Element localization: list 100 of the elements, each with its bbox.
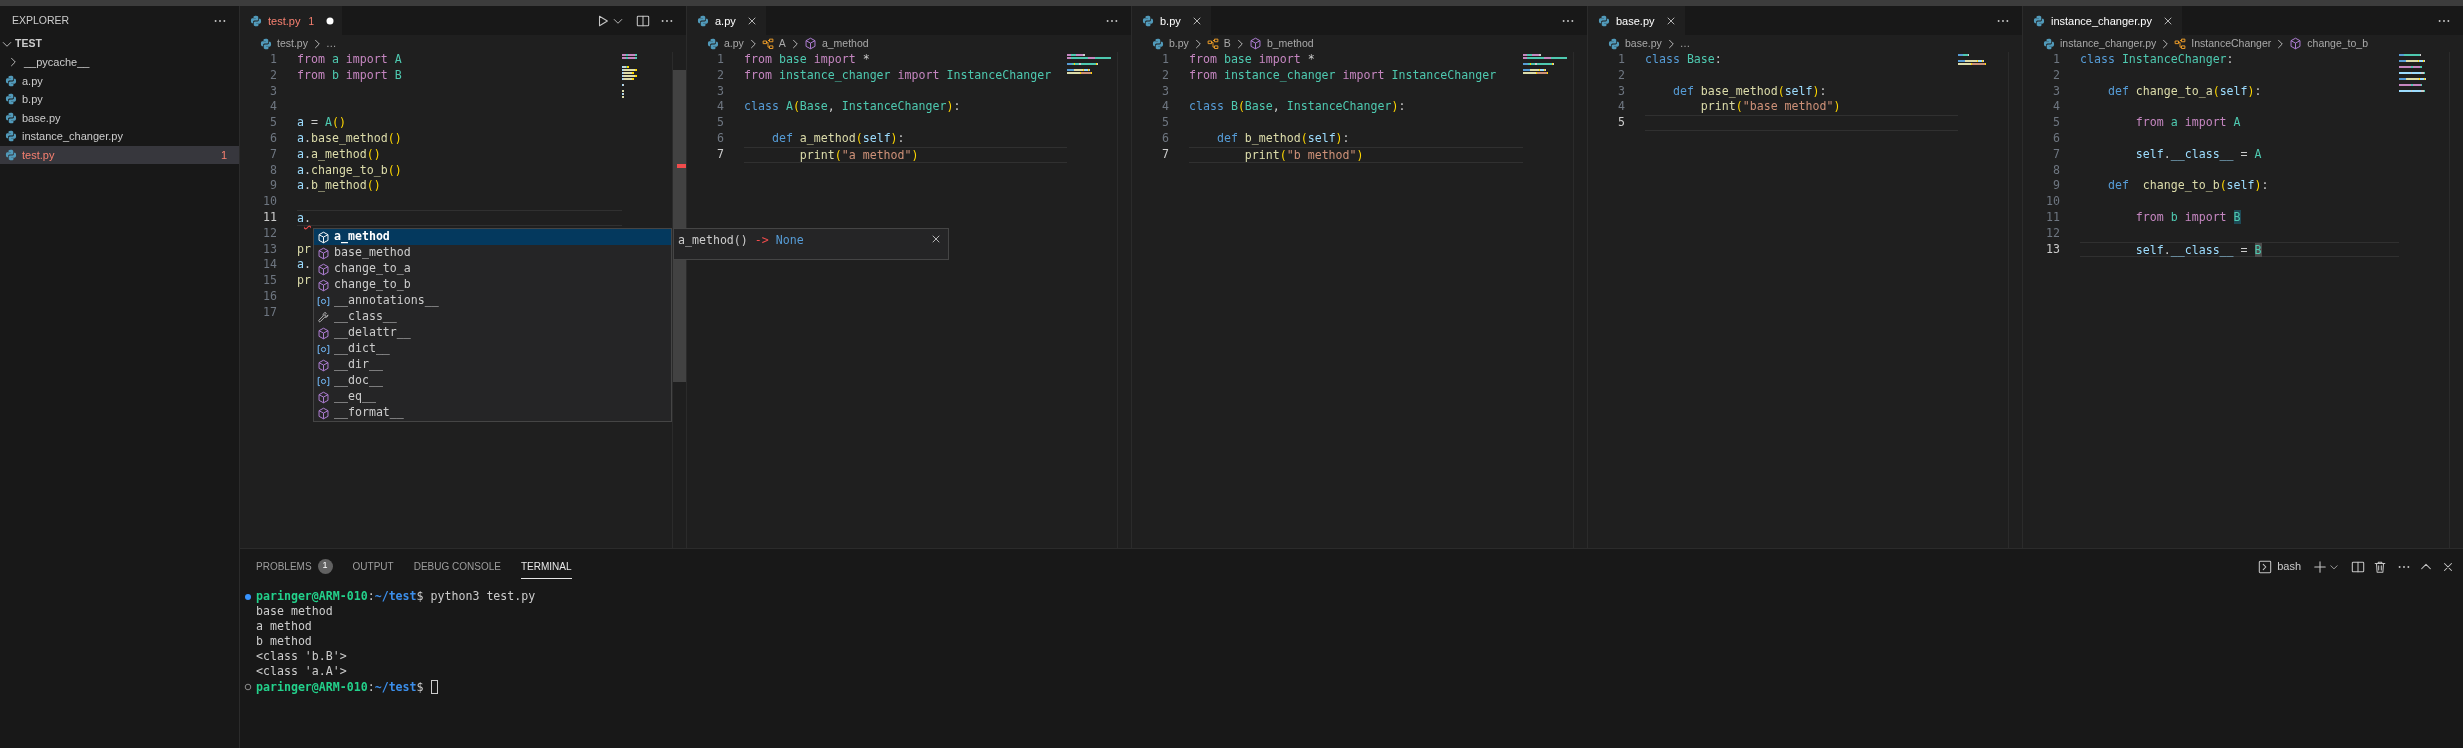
line-number: 5 <box>269 115 277 131</box>
code-line: class InstanceChanger: <box>2080 52 2234 68</box>
class-symbol-icon <box>1206 37 1219 50</box>
suggestion-item[interactable]: __delattr__ <box>314 325 671 341</box>
python-file-icon <box>2043 37 2055 50</box>
code-line: a = A() <box>297 115 346 131</box>
line-number: 11 <box>2045 209 2060 226</box>
panel-tab[interactable]: OUTPUT <box>352 554 394 579</box>
suggestion-item[interactable]: change_to_b <box>314 277 671 293</box>
terminal-icon[interactable] <box>2258 559 2273 574</box>
editor-tab[interactable]: base.py <box>1588 6 1685 35</box>
suggestion-item[interactable]: __dir__ <box>314 357 671 373</box>
folder-header[interactable]: TEST <box>0 35 239 53</box>
line-number: 7 <box>2052 146 2060 163</box>
file-item[interactable]: base.py <box>0 108 239 127</box>
panel-tab[interactable]: TERMINAL <box>520 554 572 579</box>
suggestion-item[interactable]: __eq__ <box>314 389 671 405</box>
line-number: 13 <box>2045 241 2060 258</box>
terminal-line: paringer@ARM-010:~/test$ <box>256 679 424 695</box>
suggestion-item[interactable]: __class__ <box>314 309 671 325</box>
panel-tab[interactable]: PROBLEMS 1 <box>256 554 333 579</box>
python-file-icon <box>2033 15 2045 27</box>
python-file-icon <box>1152 37 1164 50</box>
class-symbol-icon <box>761 37 774 50</box>
code-line: self.__class__ = B <box>2134 242 2262 257</box>
editor-tab[interactable]: test.py 1 <box>240 6 342 35</box>
line-number: 1 <box>2052 52 2060 68</box>
shell-name[interactable]: bash <box>2277 558 2301 575</box>
command-status-icon[interactable] <box>244 592 252 601</box>
editor-tab[interactable]: b.py <box>1132 6 1211 35</box>
error-marker <box>677 164 686 168</box>
line-number: 3 <box>1161 83 1169 100</box>
code-line: print("b method") <box>1243 147 1364 162</box>
breadcrumb-item[interactable]: … <box>1679 35 1691 52</box>
problem-count: 1 <box>317 558 333 574</box>
breadcrumb-item[interactable]: … <box>325 35 337 52</box>
code-line: a.base_method() <box>297 131 402 147</box>
line-number: 5 <box>2052 115 2060 131</box>
suggestion-item[interactable]: __annotations__ <box>314 293 671 309</box>
line-number: 3 <box>2052 83 2060 100</box>
file-item[interactable]: a.py <box>0 71 239 90</box>
wrench-icon <box>317 310 330 324</box>
code-line: from instance_changer import InstanceChanger <box>1189 67 1497 84</box>
breadcrumb-item[interactable]: base.py <box>1625 35 1662 52</box>
editor-tab[interactable]: a.py <box>687 6 766 35</box>
suggestion-item[interactable]: change_to_a <box>314 261 671 277</box>
code-line: def a_method(self): <box>770 131 905 147</box>
suggestion-item[interactable]: base_method <box>314 245 671 261</box>
file-item[interactable]: b.py <box>0 90 239 109</box>
line-number: 2 <box>716 67 724 84</box>
run-icon[interactable] <box>596 13 610 28</box>
breadcrumb-item[interactable]: a.py <box>724 35 744 52</box>
line-number: 7 <box>269 146 277 163</box>
suggestion-item[interactable]: a_method <box>314 229 671 245</box>
line-number: 1 <box>1161 52 1169 68</box>
breadcrumb-item[interactable]: change_to_b <box>2307 35 2369 52</box>
code-line: print("a method") <box>798 147 919 162</box>
breadcrumb-item[interactable]: InstanceChanger <box>2191 35 2272 52</box>
code-line: from base import * <box>744 52 870 68</box>
panel-tab[interactable]: DEBUG CONSOLE <box>413 554 501 579</box>
cube-icon <box>803 37 817 50</box>
line-number: 5 <box>716 115 724 131</box>
breadcrumb-item[interactable]: a_method <box>821 35 869 52</box>
line-number: 10 <box>2045 194 2060 210</box>
breadcrumb-item[interactable]: A <box>778 35 786 52</box>
breadcrumb-item[interactable]: B <box>1223 35 1231 52</box>
field-icon <box>317 342 330 356</box>
breadcrumb-item[interactable]: test.py <box>277 35 308 52</box>
suggestion-item[interactable]: __format__ <box>314 405 671 421</box>
code-line: class Base: <box>1645 52 1722 68</box>
cube-icon <box>317 278 330 292</box>
python-file-icon <box>260 37 272 50</box>
line-number: 6 <box>2052 131 2060 147</box>
split-editor-icon[interactable] <box>2351 559 2365 574</box>
code-line: def base_method(self): <box>1671 83 1827 100</box>
editor-tab[interactable]: instance_changer.py <box>2023 6 2182 35</box>
code-line: print("base method") <box>1699 99 1841 116</box>
suggestion-item[interactable]: __dict__ <box>314 341 671 357</box>
split-editor-icon[interactable] <box>636 13 650 28</box>
trash-icon[interactable] <box>2373 559 2387 574</box>
line-number: 1 <box>716 52 724 68</box>
line-number: 4 <box>1161 99 1169 116</box>
breadcrumb-item[interactable]: b.py <box>1169 35 1189 52</box>
file-item[interactable]: test.py 1 <box>0 145 239 164</box>
folder-item[interactable]: __pycache__ <box>0 53 239 72</box>
line-number: 6 <box>1161 131 1169 147</box>
python-file-icon <box>5 130 17 143</box>
file-item[interactable]: instance_changer.py <box>0 127 239 146</box>
close-icon[interactable] <box>930 233 942 245</box>
breadcrumb-item[interactable]: instance_changer.py <box>2060 35 2157 52</box>
line-number: 4 <box>2052 99 2060 116</box>
plus-icon[interactable] <box>2313 559 2327 574</box>
suggestion-item[interactable]: __doc__ <box>314 373 671 389</box>
line-number: 15 <box>262 273 277 289</box>
command-status-icon[interactable] <box>244 683 252 692</box>
line-number: 8 <box>2052 162 2060 179</box>
breadcrumb-item[interactable]: b_method <box>1266 35 1314 52</box>
signature-text: a_method() -> None <box>678 232 804 249</box>
problem-count: 1 <box>308 14 314 29</box>
code-line: from base import * <box>1189 52 1315 68</box>
